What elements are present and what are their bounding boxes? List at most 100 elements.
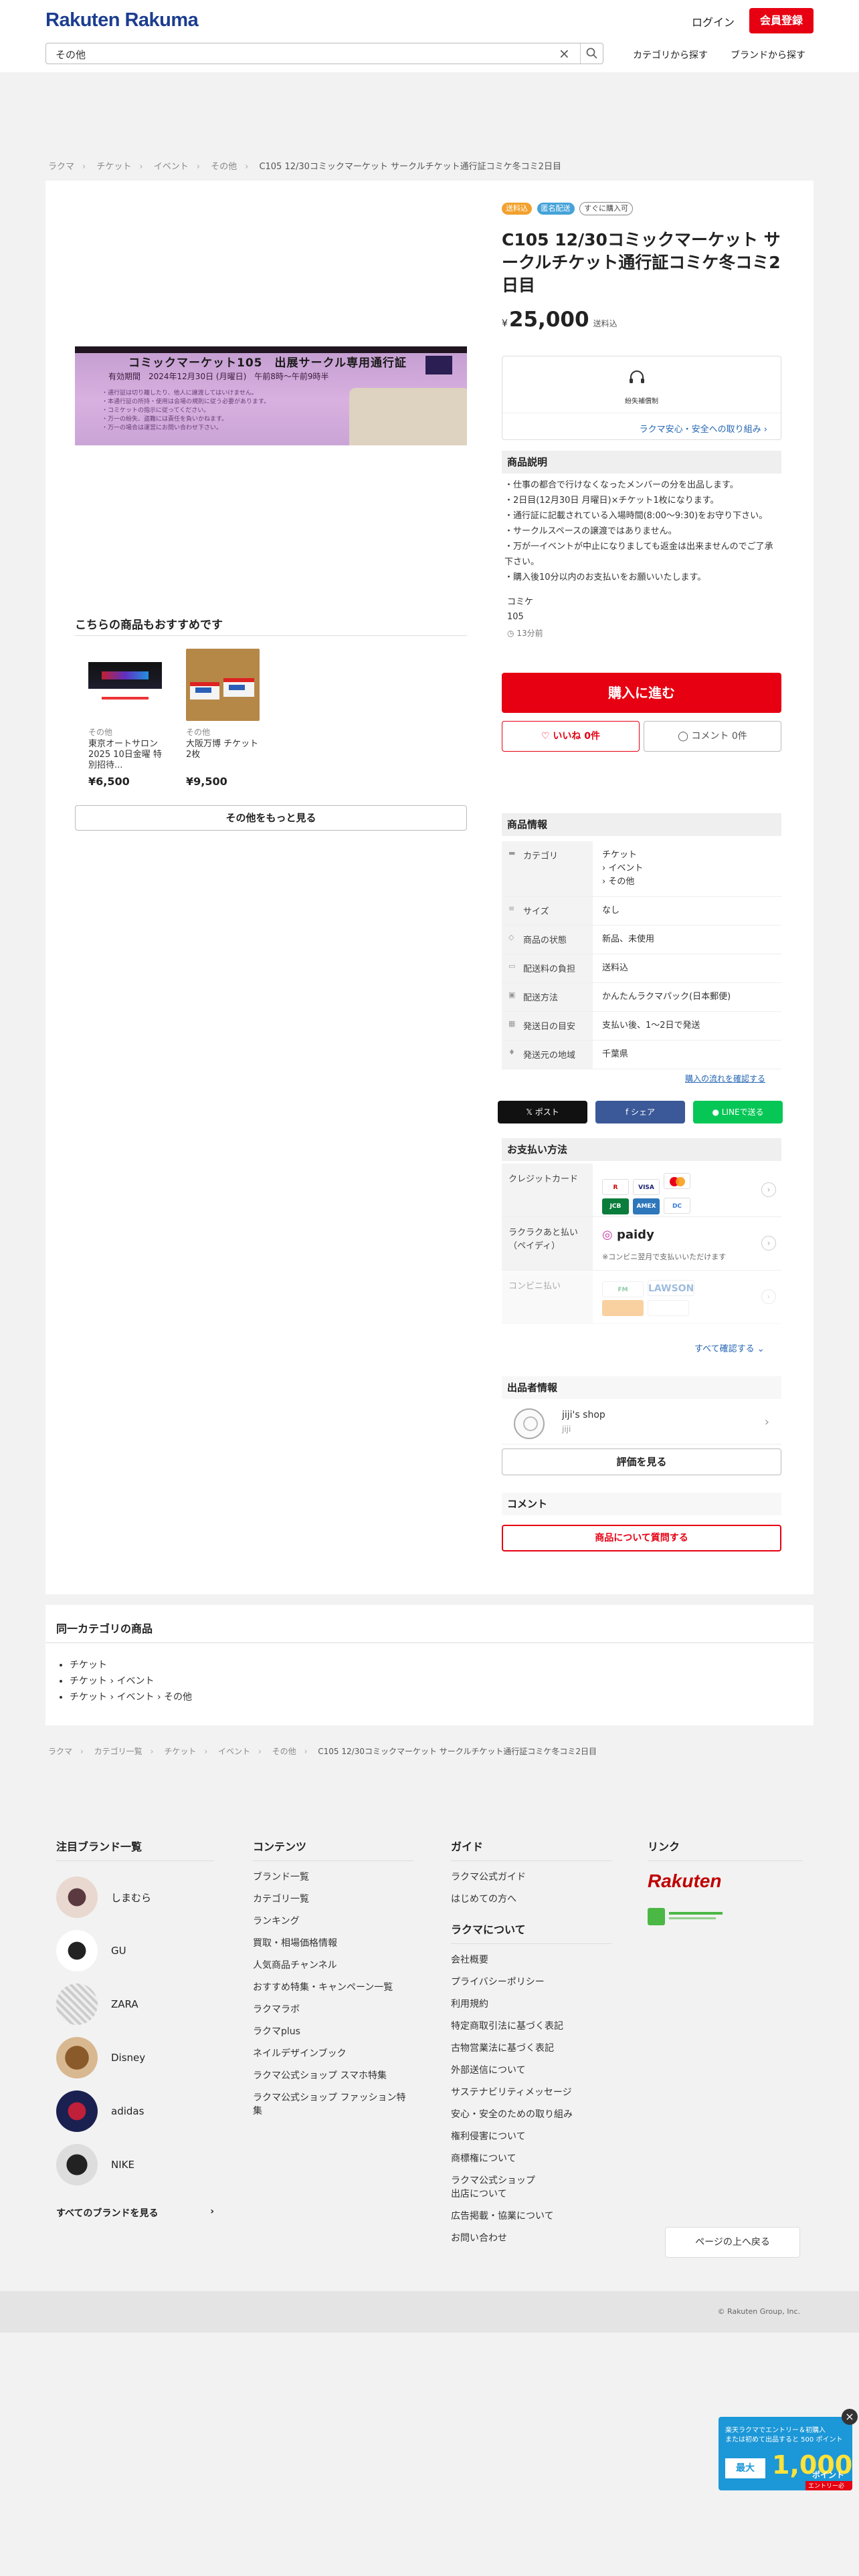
- share-facebook-button[interactable]: f シェア: [595, 1101, 685, 1123]
- same-category-link[interactable]: チケット › イベント › その他: [70, 1689, 192, 1705]
- purchase-flow-link[interactable]: 購入の流れを確認する: [685, 1073, 765, 1084]
- footer-link[interactable]: はじめての方へ: [451, 1893, 611, 1906]
- recommend-item[interactable]: その他 東京オートサロン2025 10日金曜 特別招待... ¥6,500: [88, 649, 166, 788]
- recommend-item[interactable]: その他 大阪万博 チケット 2枚 ¥9,500: [186, 649, 264, 788]
- comment-button[interactable]: ◯ コメント 0件: [644, 721, 781, 752]
- footer-link[interactable]: ラクマplus: [253, 2025, 413, 2038]
- info-table: ▬ カテゴリ チケット › イベント › その他 ≡ サイズ なし ◇ 商品の状態 新品、未…: [502, 841, 781, 1069]
- footer-link[interactable]: ラクマ公式ショップ スマホ特集: [253, 2069, 413, 2082]
- footer-link[interactable]: 利用規約: [451, 1998, 611, 2011]
- recommend-item-name: 大阪万博 チケット 2枚: [186, 739, 259, 760]
- footer-link[interactable]: 安心・安全のための取り組み: [451, 2108, 611, 2121]
- search-input[interactable]: その他: [56, 47, 86, 62]
- footer-link[interactable]: 古物営業法に基づく表記: [451, 2042, 611, 2055]
- footer-link[interactable]: 人気商品チャンネル: [253, 1959, 413, 1972]
- chevron-right-icon[interactable]: ›: [761, 1289, 776, 1304]
- footer-link[interactable]: ラクマ公式ガイド: [451, 1870, 611, 1884]
- share-x-button[interactable]: 𝕏 ポスト: [498, 1101, 587, 1123]
- payment-row[interactable]: ラクラクあと払い（ペイディ） ◎ paidy ※コンビニ翌月で支払いいただけます…: [502, 1217, 781, 1271]
- breadcrumb-item[interactable]: イベント: [218, 1747, 250, 1756]
- footer-link[interactable]: 買取・相場価格情報: [253, 1937, 413, 1950]
- footer-link[interactable]: ラクマラボ: [253, 2003, 413, 2016]
- breadcrumb-bottom: ラクマ › カテゴリ一覧 › チケット › イベント › その他 › C105 12/30…: [48, 1747, 597, 1756]
- payment-method: コンビニ払い: [502, 1271, 593, 1323]
- rakuma-logo[interactable]: Rakuten Rakuma: [45, 9, 199, 31]
- brand-link[interactable]: adidas: [56, 2084, 214, 2138]
- footer-link[interactable]: ラクマ公式ショップ ファッション特集: [253, 2091, 413, 2118]
- more-button[interactable]: その他をもっと見る: [75, 805, 467, 831]
- brand-link[interactable]: ZARA: [56, 1977, 214, 2031]
- back-to-top-button[interactable]: ページの上へ戻る: [665, 2227, 800, 2258]
- breadcrumb-item[interactable]: イベント: [154, 162, 189, 172]
- see-all-payment-link[interactable]: すべて確認する ⌄: [694, 1341, 765, 1354]
- nav-brand[interactable]: ブランドから探す: [731, 48, 805, 62]
- footer-link[interactable]: サステナビリティメッセージ: [451, 2086, 611, 2099]
- same-category-link[interactable]: チケット: [70, 1657, 192, 1673]
- breadcrumb-item[interactable]: チケット: [164, 1747, 196, 1756]
- close-icon[interactable]: ×: [842, 2409, 858, 2425]
- breadcrumb-item[interactable]: ラクマ: [48, 162, 74, 172]
- breadcrumb-item[interactable]: その他: [272, 1747, 296, 1756]
- chevron-right-icon[interactable]: ›: [761, 1236, 776, 1251]
- info-value[interactable]: チケット › イベント › その他: [593, 841, 781, 896]
- breadcrumb-item[interactable]: ラクマ: [48, 1747, 72, 1756]
- seller-heading: 出品者情報: [502, 1376, 781, 1399]
- all-brands-label: すべてのブランドを見る: [56, 2208, 159, 2219]
- brand-link[interactable]: Disney: [56, 2031, 214, 2084]
- ask-question-button[interactable]: 商品について質問する: [502, 1525, 781, 1551]
- same-category-link[interactable]: チケット › イベント: [70, 1673, 192, 1689]
- footer-link[interactable]: 商標権について: [451, 2152, 611, 2165]
- campaign-banner[interactable]: 楽天ラクマでエントリー＆初購入 または初めて出品すると 500 ポイント 最大 …: [719, 2417, 852, 2490]
- product-photo[interactable]: コミックマーケット105 出展サークル専用通行証 有効期間 2024年12月30…: [75, 346, 467, 445]
- tag[interactable]: コミケ: [507, 595, 533, 610]
- breadcrumb-item[interactable]: その他: [211, 162, 237, 172]
- breadcrumb-item[interactable]: チケット: [96, 162, 131, 172]
- view-ratings-button[interactable]: 評価を見る: [502, 1448, 781, 1475]
- comment-button-label: コメント 0件: [691, 731, 747, 742]
- privacy-mark-badge[interactable]: [648, 1907, 727, 1927]
- footer-links: リンク Rakuten: [648, 1838, 803, 1927]
- all-brands-link[interactable]: すべてのブランドを見る ›: [56, 2206, 214, 2220]
- brand-link[interactable]: しまむら: [56, 1870, 214, 1924]
- recommend-item-image[interactable]: [88, 649, 162, 721]
- share-line-button[interactable]: ● LINEで送る: [693, 1101, 783, 1123]
- footer-link[interactable]: プライバシーポリシー: [451, 1975, 611, 1989]
- footer-link[interactable]: カテゴリ一覧: [253, 1893, 413, 1906]
- footer-link[interactable]: 権利侵害について: [451, 2130, 611, 2143]
- recommend-item-image[interactable]: [186, 649, 260, 721]
- buy-button[interactable]: 購入に進む: [502, 673, 781, 713]
- footer-link[interactable]: 会社概要: [451, 1953, 611, 1967]
- seller-row[interactable]: jiji's shop jiji ›: [502, 1403, 781, 1444]
- safety-link[interactable]: ラクマ安心・安全への取り組み ›: [640, 422, 767, 435]
- search-button[interactable]: [580, 43, 603, 64]
- tag[interactable]: 105: [507, 610, 533, 625]
- payment-row[interactable]: コンビニ払い FM LAWSON ›: [502, 1271, 781, 1324]
- login-link[interactable]: ログイン: [692, 13, 735, 29]
- register-button[interactable]: 会員登録: [749, 8, 814, 33]
- footer-link[interactable]: ブランド一覧: [253, 1870, 413, 1884]
- rakuten-logo[interactable]: Rakuten: [648, 1870, 803, 1892]
- footer-link[interactable]: 広告掲載・協業について: [451, 2210, 611, 2223]
- footer-link[interactable]: お問い合わせ: [451, 2232, 611, 2245]
- footer-link[interactable]: ラクマ公式ショップ 出店について: [451, 2174, 611, 2201]
- safety-box: 紛失補償制 ラクマ安心・安全への取り組み ›: [502, 356, 781, 440]
- chevron-right-icon[interactable]: ›: [761, 1182, 776, 1197]
- footer-link[interactable]: 特定商取引法に基づく表記: [451, 2020, 611, 2033]
- breadcrumb-item[interactable]: カテゴリ一覧: [94, 1747, 142, 1756]
- info-value: 千葉県: [602, 1049, 629, 1059]
- brand-link[interactable]: GU: [56, 1924, 214, 1977]
- seller-avatar[interactable]: [514, 1408, 545, 1439]
- like-button[interactable]: ♡ いいね 0件: [502, 721, 640, 752]
- payment-row[interactable]: クレジットカード R VISA JCB AMEX DC ›: [502, 1164, 781, 1217]
- nav-category[interactable]: カテゴリから探す: [633, 48, 708, 62]
- divider: [75, 635, 467, 636]
- brand-image: [56, 1983, 98, 2025]
- clear-icon[interactable]: ×: [559, 45, 570, 62]
- brand-link[interactable]: NIKE: [56, 2138, 214, 2191]
- footer-link[interactable]: ネイルデザインブック: [253, 2047, 413, 2060]
- footer-link[interactable]: 外部送信について: [451, 2064, 611, 2077]
- search-box[interactable]: その他 ×: [45, 43, 603, 64]
- footer-link[interactable]: ランキング: [253, 1915, 413, 1928]
- seller-name[interactable]: jiji's shop: [562, 1410, 605, 1420]
- footer-link[interactable]: おすすめ特集・キャンペーン一覧: [253, 1981, 413, 1994]
